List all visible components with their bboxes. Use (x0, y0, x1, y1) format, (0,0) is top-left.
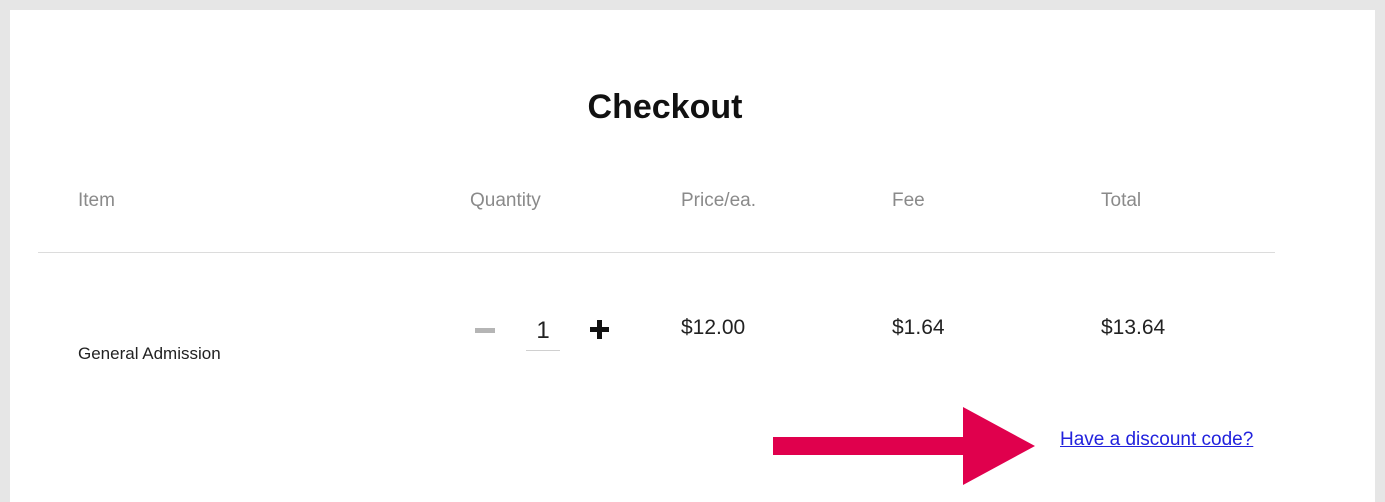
arrow-right-icon (773, 407, 1035, 485)
page-title: Checkout (587, 88, 743, 126)
column-header-total: Total (1101, 190, 1142, 211)
price-each-value: $12.00 (681, 316, 746, 339)
fee-value: $1.64 (892, 316, 945, 339)
column-header-fee: Fee (892, 190, 925, 211)
column-header-quantity: Quantity (470, 190, 541, 211)
minus-icon (475, 328, 495, 333)
discount-code-link[interactable]: Have a discount code? (1060, 429, 1253, 451)
checkout-card: Checkout Item Quantity Price/ea. Fee Tot… (10, 10, 1375, 502)
column-header-item: Item (78, 190, 115, 211)
decrease-quantity-button[interactable] (474, 315, 500, 345)
column-header-price: Price/ea. (681, 190, 756, 211)
quantity-input[interactable] (526, 312, 560, 351)
header-divider (38, 252, 1275, 253)
total-value: $13.64 (1101, 316, 1166, 339)
increase-quantity-button[interactable] (588, 317, 612, 341)
ticket-item-name: General Admission (78, 344, 221, 363)
